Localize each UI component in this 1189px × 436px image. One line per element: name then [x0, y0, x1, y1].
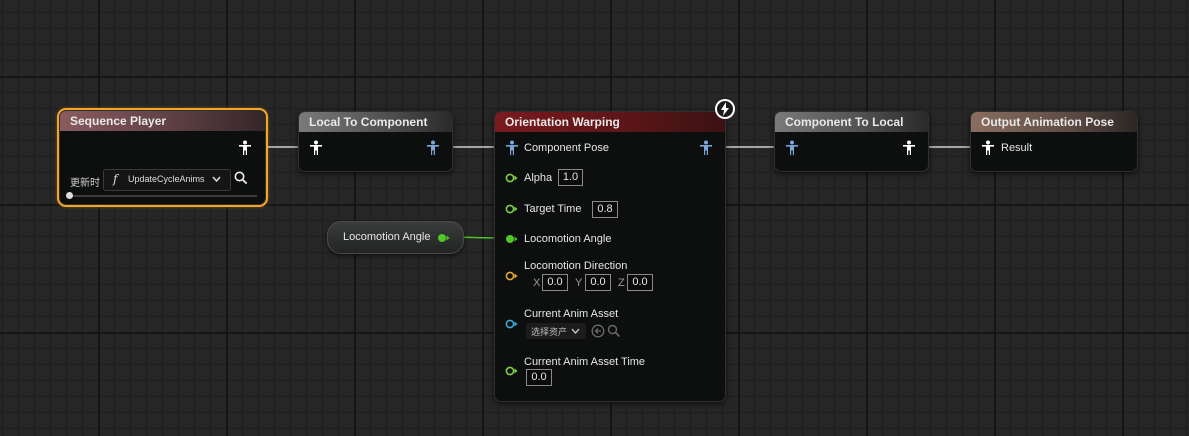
- update-label: 更新时: [70, 178, 100, 189]
- search-icon[interactable]: [607, 324, 621, 338]
- locomotion-angle-pin[interactable]: [505, 234, 519, 244]
- progress-handle[interactable]: [66, 192, 73, 199]
- result-label: Result: [1001, 142, 1033, 154]
- function-name: UpdateCycleAnims: [128, 174, 205, 184]
- target-time-label: Target Time: [524, 203, 582, 215]
- person-icon[interactable]: [902, 140, 916, 156]
- alpha-pin[interactable]: [505, 173, 519, 183]
- current-anim-asset-pin[interactable]: [505, 319, 519, 329]
- back-arrow-icon[interactable]: [591, 324, 605, 338]
- component-pose-label: Component Pose: [524, 142, 609, 154]
- y-axis-label: Y: [575, 277, 583, 289]
- sequence-player-node[interactable]: Sequence Player 更新时 f UpdateCycleAnims: [59, 110, 266, 205]
- lightning-icon[interactable]: [715, 99, 735, 119]
- output-animation-pose-title: Output Animation Pose: [971, 112, 1137, 132]
- person-icon[interactable]: [785, 140, 799, 156]
- output-animation-pose-node[interactable]: Output Animation Pose Result: [970, 111, 1138, 172]
- locomotion-angle-variable-node[interactable]: Locomotion Angle: [327, 221, 464, 254]
- person-icon[interactable]: [699, 140, 713, 156]
- search-icon[interactable]: [234, 171, 248, 185]
- current-anim-asset-time-input[interactable]: 0.0: [526, 369, 552, 386]
- orientation-warping-node[interactable]: Orientation Warping Component Pose Alpha…: [494, 111, 726, 402]
- progress-track[interactable]: [66, 192, 257, 199]
- function-glyph: f: [113, 172, 118, 186]
- x-axis-label: X: [533, 277, 541, 289]
- select-asset-text: 选择资产: [531, 327, 568, 337]
- sequence-player-title: Sequence Player: [60, 111, 265, 131]
- locomotion-direction-pin[interactable]: [505, 271, 519, 281]
- chevron-down-icon: [212, 176, 221, 183]
- y-input[interactable]: 0.0: [585, 274, 611, 291]
- target-time-pin[interactable]: [505, 204, 519, 214]
- person-icon[interactable]: [505, 140, 519, 156]
- component-to-local-title: Component To Local: [775, 112, 928, 132]
- locomotion-angle-label: Locomotion Angle: [524, 233, 612, 245]
- x-input[interactable]: 0.0: [542, 274, 568, 291]
- current-anim-asset-time-pin[interactable]: [505, 366, 519, 376]
- local-to-component-title: Local To Component: [299, 112, 452, 132]
- function-dropdown[interactable]: f UpdateCycleAnims: [103, 169, 231, 191]
- orientation-warping-title: Orientation Warping: [495, 112, 725, 132]
- chevron-down-icon: [571, 328, 580, 335]
- person-icon[interactable]: [238, 140, 252, 156]
- locomotion-angle-output-pin[interactable]: [437, 233, 451, 243]
- person-icon[interactable]: [309, 140, 323, 156]
- component-to-local-node[interactable]: Component To Local: [774, 111, 929, 172]
- z-input[interactable]: 0.0: [627, 274, 653, 291]
- alpha-input[interactable]: 1.0: [558, 169, 583, 186]
- alpha-label: Alpha: [524, 172, 553, 184]
- target-time-input[interactable]: 0.8: [592, 201, 618, 218]
- locomotion-direction-label: Locomotion Direction: [524, 260, 628, 272]
- z-axis-label: Z: [618, 277, 625, 289]
- local-to-component-node[interactable]: Local To Component: [298, 111, 453, 172]
- select-asset-dropdown[interactable]: 选择资产: [526, 323, 586, 339]
- current-anim-asset-label: Current Anim Asset: [524, 308, 619, 320]
- person-icon[interactable]: [426, 140, 440, 156]
- current-anim-asset-time-label: Current Anim Asset Time: [524, 356, 646, 368]
- person-icon[interactable]: [981, 140, 995, 156]
- locomotion-angle-variable-label: Locomotion Angle: [343, 231, 431, 243]
